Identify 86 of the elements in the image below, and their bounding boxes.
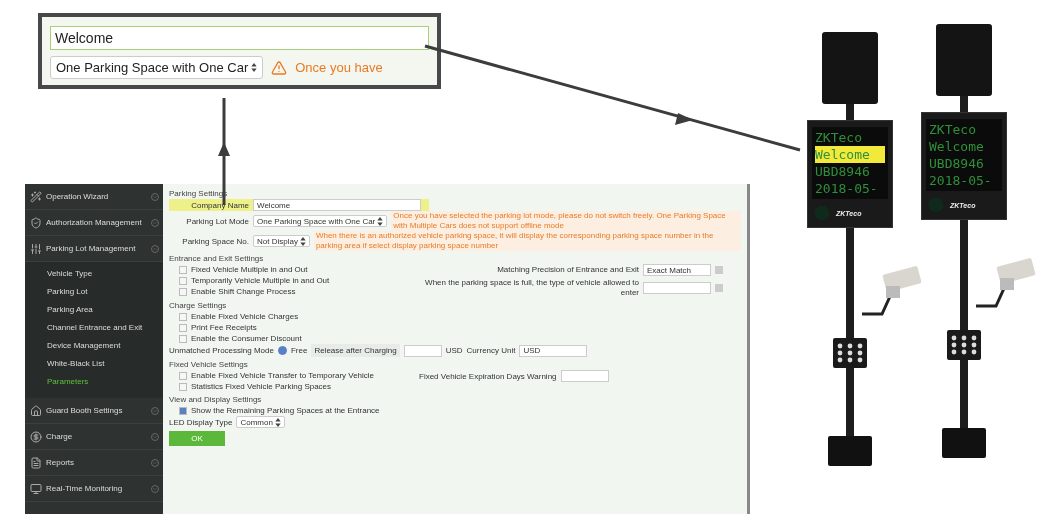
checkbox-label: Fixed Vehicle Multiple in and Out <box>191 265 308 274</box>
checkbox-label: Temporarily Vehicle Multiple in and Out <box>191 276 330 285</box>
coin-icon <box>30 430 42 443</box>
document-icon <box>30 456 42 469</box>
help-button[interactable] <box>715 266 723 274</box>
section-title: View and Display Settings <box>169 395 263 404</box>
matching-precision-field[interactable]: Exact Match <box>643 264 711 276</box>
led-type-select[interactable]: Common <box>236 416 285 428</box>
parking-space-select[interactable]: Not Display <box>253 235 310 247</box>
sliders-icon <box>30 242 42 255</box>
field-label: Fixed Vehicle Expiration Days Warning <box>419 371 557 381</box>
warning-icon <box>271 59 288 76</box>
light-box-icon <box>833 338 867 368</box>
light-box-icon <box>947 330 981 360</box>
pole <box>960 360 968 428</box>
checkbox[interactable] <box>179 323 187 332</box>
parking-mode-select[interactable]: One Parking Space with One Car <box>50 56 264 79</box>
field-label: Matching Precision of Entrance and Exit <box>496 265 639 275</box>
expiration-days-field[interactable] <box>560 370 609 382</box>
radio-label: Free <box>290 346 308 355</box>
checkbox-label: Enable Shift Change Process <box>191 287 296 296</box>
field-label: Unmatched Processing Mode <box>169 346 274 355</box>
sidebar-subitem[interactable]: White-Black List <box>25 354 163 372</box>
checkbox[interactable] <box>179 406 187 415</box>
checkbox[interactable] <box>179 334 187 343</box>
warning-message: Once you have selected the parking lot mode, please do not switch freely. One Parking Space with Multiple Cars does not support offline mode <box>391 211 741 231</box>
checkbox[interactable] <box>179 276 187 285</box>
checkbox[interactable] <box>179 312 187 321</box>
field-label: Parking Space No. <box>181 236 249 246</box>
led-text: UBD8946 <box>929 155 985 172</box>
checkbox-label: Statistics Fixed Vehicle Parking Spaces <box>191 382 332 391</box>
pole-base <box>828 436 872 466</box>
help-button[interactable] <box>715 284 723 292</box>
checkbox-label: Show the Remaining Parking Spaces at the Entrance <box>191 406 380 415</box>
led-text: Welcome <box>929 138 985 155</box>
checkbox-label: Enable Fixed Vehicle Transfer to Temporary Vehicle <box>191 371 375 380</box>
led-text: 2018-05- <box>815 180 879 197</box>
led-text: 2018-05- <box>929 172 993 189</box>
house-icon <box>30 404 42 417</box>
sign-panel <box>822 32 878 104</box>
sidebar-subitem[interactable]: Parameters <box>25 372 163 390</box>
checkbox-label: Print Fee Receipts <box>191 323 257 332</box>
sidebar-subitem[interactable]: Parking Area <box>25 300 163 318</box>
led-text: ZKTeco <box>815 129 863 146</box>
checkbox[interactable] <box>179 287 187 296</box>
field-label: Company Name <box>190 200 249 210</box>
led-text: Welcome <box>815 146 885 163</box>
option-button[interactable]: Release after Charging <box>311 344 400 357</box>
shield-icon <box>30 216 42 229</box>
parking-mode-select[interactable]: One Parking Space with One Car <box>253 215 388 227</box>
sign-panel <box>936 24 992 96</box>
sidebar-subitem[interactable]: Vehicle Type <box>25 264 163 282</box>
checkbox[interactable] <box>179 371 187 380</box>
led-text: ZKTeco <box>929 121 977 138</box>
wand-icon <box>30 190 42 203</box>
currency-field[interactable]: USD <box>519 344 588 357</box>
updown-icon <box>299 236 306 246</box>
monitor-icon <box>30 482 42 495</box>
section-title: Entrance and Exit Settings <box>169 254 265 263</box>
amount-field[interactable] <box>403 344 442 357</box>
warning-text: Once you have <box>295 60 383 75</box>
pole-base <box>942 428 986 458</box>
unit-label: USD <box>445 346 463 355</box>
section-title: Fixed Vehicle Settings <box>169 360 249 369</box>
sidebar-subitem[interactable]: Channel Entrance and Exit <box>25 318 163 336</box>
checkbox-label: Enable the Consumer Discount <box>191 334 302 343</box>
section-title: Charge Settings <box>169 301 228 310</box>
sidebar-subitem[interactable]: Parking Lot <box>25 282 163 300</box>
checkbox[interactable] <box>179 382 187 391</box>
updown-icon <box>274 417 281 427</box>
field-label: Parking Lot Mode <box>185 216 249 226</box>
sidebar-subitem[interactable]: Device Management <box>25 336 163 354</box>
radio-button[interactable] <box>277 346 287 355</box>
updown-icon <box>377 216 384 226</box>
updown-icon <box>251 63 258 72</box>
field-label: LED Display Type <box>169 417 233 427</box>
checkbox-label: Enable Fixed Vehicle Charges <box>191 312 299 321</box>
company-name-field[interactable]: Welcome <box>50 26 429 50</box>
warning-message: When there is an authorized vehicle parking space, it will display the corresponding parking space number in the parking area if select display parking space number <box>313 231 741 251</box>
field-label: Currency Unit <box>466 346 516 355</box>
field-label: When the parking space is full, the type of vehicle allowed to enter <box>424 278 639 298</box>
led-text: UBD8946 <box>815 163 871 180</box>
vehicle-type-field[interactable] <box>643 282 711 294</box>
checkbox[interactable] <box>179 265 187 274</box>
company-name-field[interactable]: Welcome <box>253 199 421 211</box>
pole <box>846 368 854 436</box>
